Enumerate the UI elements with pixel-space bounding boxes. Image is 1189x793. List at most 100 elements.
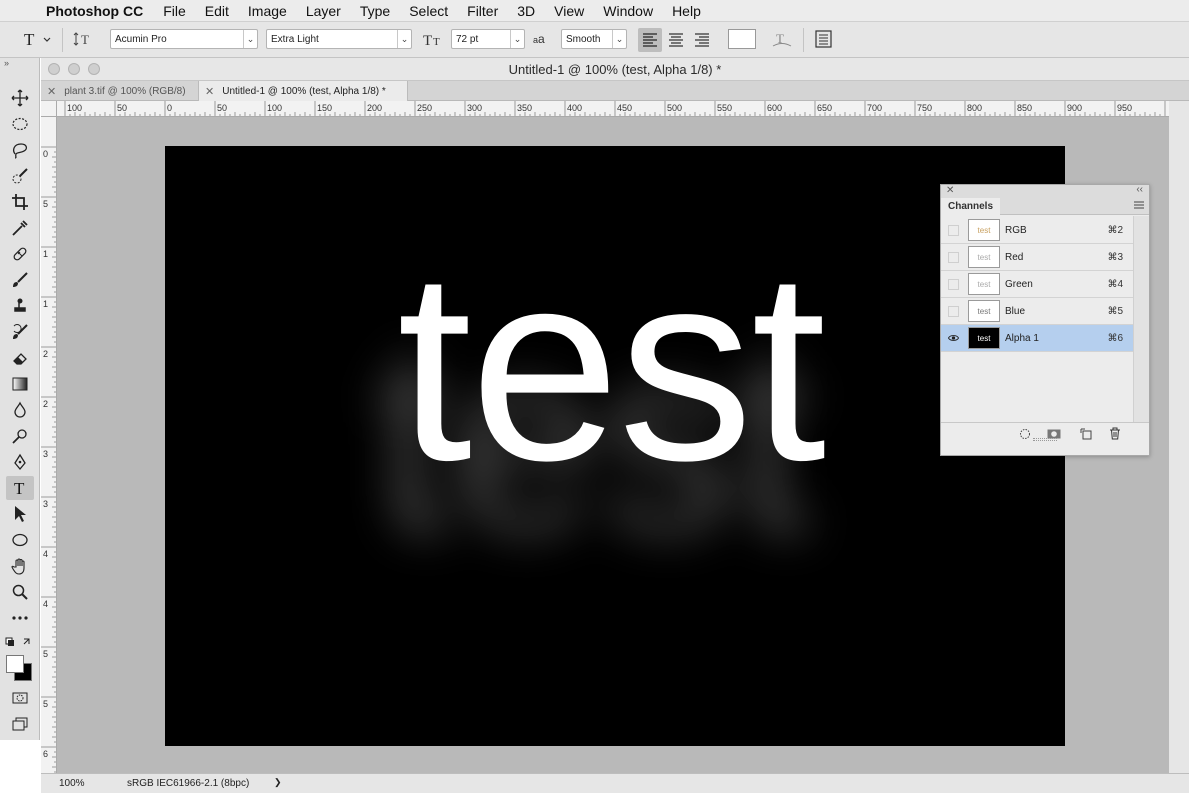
eyedropper-tool[interactable]	[6, 216, 34, 240]
tab-untitled-1[interactable]: ✕ Untitled-1 @ 100% (test, Alpha 1/8) *	[198, 81, 408, 101]
visibility-toggle[interactable]	[948, 305, 959, 317]
visibility-toggle[interactable]	[948, 251, 959, 263]
menu-type[interactable]: Type	[360, 3, 390, 19]
status-menu-arrow-icon[interactable]: ❯	[274, 777, 282, 788]
close-tab-icon[interactable]: ✕	[47, 85, 56, 98]
panel-menu-icon[interactable]	[1134, 200, 1144, 213]
ruler-label: 0	[43, 149, 48, 159]
font-family-dropdown[interactable]: Acumin Pro ⌄	[110, 29, 258, 49]
menu-layer[interactable]: Layer	[306, 3, 341, 19]
path-select-tool[interactable]	[6, 502, 34, 526]
default-colors-swap[interactable]	[5, 636, 35, 648]
blur-tool[interactable]	[6, 398, 34, 422]
menu-3d[interactable]: 3D	[517, 3, 535, 19]
channels-panel: ✕ ‹‹ Channels test RGB ⌘2 test Red ⌘3 te…	[940, 184, 1150, 456]
tool-preset-picker[interactable]: T	[20, 29, 56, 49]
channel-thumbnail: test	[968, 300, 1000, 322]
align-center-button[interactable]	[664, 28, 688, 52]
channel-row-green[interactable]: test Green ⌘4	[941, 271, 1133, 298]
quick-select-tool[interactable]	[6, 164, 34, 188]
move-tool[interactable]	[6, 86, 34, 110]
vertical-scrollbar[interactable]	[1169, 101, 1189, 773]
color-swatches[interactable]	[4, 654, 34, 682]
menu-edit[interactable]: Edit	[205, 3, 229, 19]
ellipsis-icon	[12, 616, 28, 620]
tab-plant-3[interactable]: ✕ plant 3.tif @ 100% (RGB/8)	[41, 81, 197, 101]
channel-row-blue[interactable]: test Blue ⌘5	[941, 298, 1133, 325]
toggle-orientation-button[interactable]: T	[72, 29, 98, 49]
quick-select-icon	[12, 168, 28, 184]
menu-image[interactable]: Image	[248, 3, 287, 19]
menu-file[interactable]: File	[163, 3, 186, 19]
crop-tool[interactable]	[6, 190, 34, 214]
collapse-panel-icon[interactable]: »	[4, 58, 9, 68]
clone-stamp-tool[interactable]	[6, 294, 34, 318]
hand-tool[interactable]	[6, 554, 34, 578]
close-panel-icon[interactable]: ✕	[946, 185, 954, 196]
vertical-ruler[interactable]: 0 5 1 1 2 2 3 3 4 4 5 5 6	[41, 117, 57, 773]
history-brush-tool[interactable]	[6, 320, 34, 344]
channels-tab[interactable]: Channels	[941, 198, 1001, 215]
channel-row-red[interactable]: test Red ⌘3	[941, 244, 1133, 271]
type-tool-icon: T	[24, 30, 51, 49]
ruler-label: 450	[617, 103, 632, 113]
status-bar: 100% sRGB IEC61966-2.1 (8bpc) ❯	[41, 773, 1189, 793]
collapse-panel-icon[interactable]: ‹‹	[1136, 184, 1143, 195]
ruler-origin[interactable]	[41, 101, 57, 117]
font-style-dropdown[interactable]: Extra Light ⌄	[266, 29, 412, 49]
panel-scrollbar[interactable]	[1133, 216, 1149, 422]
history-brush-icon	[13, 324, 28, 339]
close-tab-icon[interactable]: ✕	[205, 85, 214, 98]
warp-text-button[interactable]: T	[770, 29, 794, 49]
panel-resize-grip[interactable]	[1033, 438, 1057, 441]
channel-row-rgb[interactable]: test RGB ⌘2	[941, 217, 1133, 244]
channel-name: Alpha 1	[1005, 332, 1039, 344]
zoom-tool[interactable]	[6, 580, 34, 604]
screen-mode-button[interactable]	[6, 712, 34, 736]
align-left-button[interactable]	[638, 28, 662, 52]
eraser-tool[interactable]	[6, 346, 34, 370]
menu-filter[interactable]: Filter	[467, 3, 498, 19]
type-tool[interactable]: T	[6, 476, 34, 500]
quick-mask-button[interactable]	[6, 686, 34, 710]
ruler-label: 2	[43, 399, 48, 409]
new-channel-icon[interactable]	[1080, 428, 1092, 443]
font-size-dropdown[interactable]: 72 pt ⌄	[451, 29, 525, 49]
healing-brush-tool[interactable]	[6, 242, 34, 266]
marquee-tool[interactable]	[6, 112, 34, 136]
channel-shortcut: ⌘4	[1107, 278, 1123, 290]
align-right-button[interactable]	[690, 28, 714, 52]
character-panel-button[interactable]	[812, 29, 836, 49]
load-selection-icon[interactable]	[1019, 428, 1031, 443]
menu-view[interactable]: View	[554, 3, 584, 19]
text-orientation-icon: T	[73, 32, 89, 47]
ruler-label: 3	[43, 499, 48, 509]
menu-window[interactable]: Window	[603, 3, 653, 19]
dodge-tool[interactable]	[6, 424, 34, 448]
horizontal-ruler[interactable]: 100 50 0 50 100 150 200 250 300 350 400 450 500 550 60…	[57, 101, 1169, 117]
foreground-color-swatch[interactable]	[6, 655, 24, 673]
canvas-artwork: test test	[375, 216, 829, 589]
ruler-label: 5	[43, 649, 48, 659]
anti-alias-value: Smooth	[566, 33, 601, 45]
anti-alias-dropdown[interactable]: Smooth ⌄	[561, 29, 627, 49]
ellipse-tool[interactable]	[6, 528, 34, 552]
gradient-tool[interactable]	[6, 372, 34, 396]
brush-tool[interactable]	[6, 268, 34, 292]
lasso-tool[interactable]	[6, 138, 34, 162]
canvas[interactable]: test test	[165, 146, 1065, 746]
chevron-down-icon: ⌄	[612, 30, 626, 48]
visibility-toggle[interactable]	[948, 278, 959, 290]
more-tools[interactable]	[6, 606, 34, 630]
zoom-level[interactable]: 100%	[59, 778, 85, 789]
visibility-toggle[interactable]	[948, 224, 959, 236]
channel-name: Green	[1005, 278, 1033, 290]
eye-icon[interactable]	[948, 333, 959, 344]
pen-tool[interactable]	[6, 450, 34, 474]
trash-icon[interactable]	[1109, 427, 1121, 443]
menu-select[interactable]: Select	[409, 3, 448, 19]
channel-row-alpha-1[interactable]: test Alpha 1 ⌘6	[941, 325, 1133, 352]
text-color-swatch[interactable]	[728, 29, 756, 49]
app-name-menu[interactable]: Photoshop CC	[46, 3, 143, 19]
menu-help[interactable]: Help	[672, 3, 701, 19]
